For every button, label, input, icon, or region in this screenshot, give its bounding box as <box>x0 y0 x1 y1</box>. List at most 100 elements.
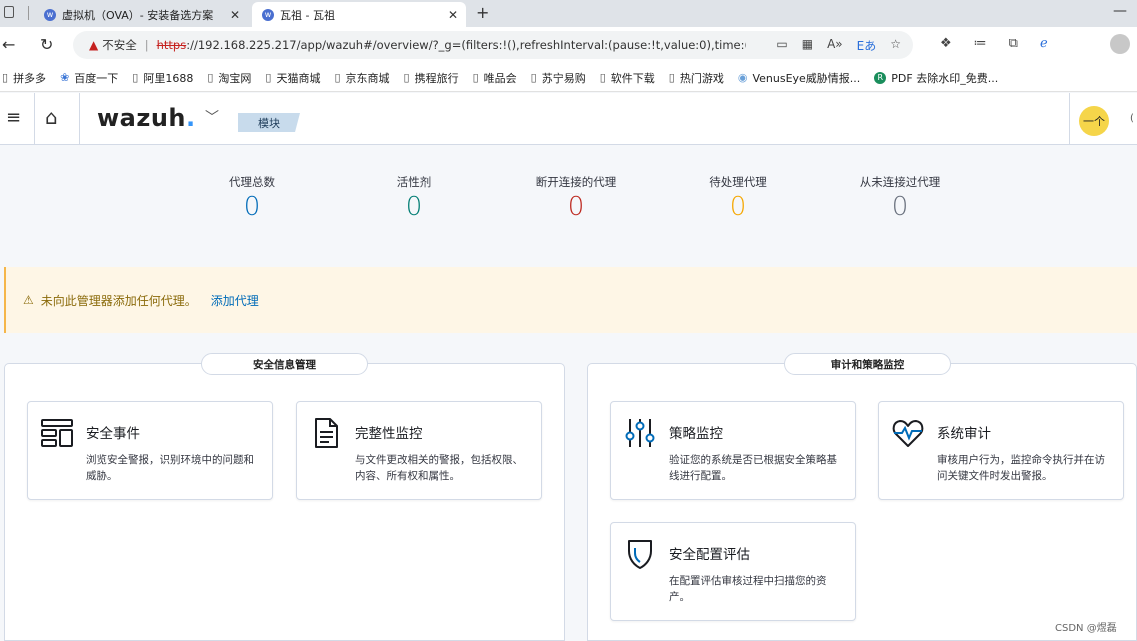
tab-actions-icon[interactable] <box>4 6 14 18</box>
tab-vm-docs[interactable]: w 虚拟机（OVA）- 安装备选方案 ✕ <box>38 2 248 27</box>
wazuh-favicon-icon: w <box>44 8 56 21</box>
extensions-icon[interactable]: ❖ <box>940 36 952 51</box>
wazuh-logo[interactable]: wazuh. <box>97 104 196 132</box>
stat-label: 代理总数 <box>229 175 275 189</box>
stat-label: 断开连接的代理 <box>535 175 617 189</box>
bookmark-tmall[interactable]: ▯ 天猫商城 <box>265 70 320 86</box>
heart-monitor-icon <box>892 420 924 447</box>
app-available-icon[interactable]: ▭ <box>776 37 787 54</box>
close-tab-icon[interactable]: ✕ <box>230 8 240 22</box>
minimize-button[interactable]: — <box>1113 3 1127 19</box>
bookmark-venuseye[interactable]: ◉ VenusEye威胁情报... <box>738 70 860 86</box>
pdf-icon: R <box>874 71 887 84</box>
wazuh-favicon-icon: w <box>262 8 274 21</box>
stat-label: 从未连接过代理 <box>859 175 941 189</box>
page-icon: ▯ <box>668 71 675 84</box>
bookmark-label: 热门游戏 <box>679 71 724 85</box>
card-title: 完整性监控 <box>355 426 423 442</box>
browser-window: w 虚拟机（OVA）- 安装备选方案 ✕ w 瓦祖 - 瓦祖 ✕ + — ← ↻… <box>0 0 1137 641</box>
section-title: 安全信息管理 <box>201 353 368 375</box>
stat-active-agents[interactable]: 活性剂 0 <box>334 174 494 222</box>
stat-never-connected-agents[interactable]: 从未连接过代理 0 <box>820 174 980 222</box>
back-arrow-icon[interactable]: ← <box>2 35 15 54</box>
header-divider <box>79 93 80 145</box>
insecure-label: 不安全 <box>102 38 137 52</box>
breadcrumb[interactable]: 模块 <box>238 113 300 132</box>
section-title: 审计和策略监控 <box>784 353 951 375</box>
stat-total-agents[interactable]: 代理总数 0 <box>172 174 332 222</box>
page-icon: ▯ <box>334 71 341 84</box>
reload-icon[interactable]: ↻ <box>40 35 53 54</box>
bookmark-software[interactable]: ▯ 软件下载 <box>600 70 655 86</box>
card-integrity-monitoring[interactable]: 完整性监控 与文件更改相关的警报，包括权限、内容、所有权和属性。 <box>296 401 542 500</box>
callout-text: 未向此管理器添加任何代理。 <box>40 293 197 308</box>
stat-label: 待处理代理 <box>709 175 767 189</box>
qr-code-icon[interactable]: ▦ <box>802 37 813 54</box>
bookmark-jd[interactable]: ▯ 京东商城 <box>334 70 389 86</box>
profile-avatar[interactable] <box>1110 34 1130 54</box>
card-title: 安全事件 <box>86 426 140 442</box>
card-description: 审核用户行为，监控命令执行并在访问关键文件时发出警报。 <box>937 454 1105 482</box>
read-aloud-icon[interactable]: A» <box>827 37 843 54</box>
new-tab-button[interactable]: + <box>476 3 489 22</box>
bookmark-pinduoduo[interactable]: ▯ 拼多多 <box>2 70 46 86</box>
document-icon <box>315 418 338 448</box>
warning-triangle-icon: ▲ <box>89 38 99 52</box>
menu-icon[interactable]: ≡ <box>6 107 21 128</box>
favorite-star-icon[interactable]: ☆ <box>890 37 901 54</box>
page-icon: ▯ <box>472 71 479 84</box>
shield-icon <box>628 540 652 569</box>
edge-icon[interactable]: ℯ <box>1040 36 1048 51</box>
bookmark-label: 淘宝网 <box>218 71 252 85</box>
bookmark-label: 唯品会 <box>483 71 517 85</box>
chevron-down-icon[interactable]: ﹀ <box>205 107 219 127</box>
translate-icon[interactable]: Eあ <box>857 37 877 54</box>
card-title: 策略监控 <box>669 426 723 442</box>
stat-disconnected-agents[interactable]: 断开连接的代理 0 <box>496 174 656 222</box>
stat-pending-agents[interactable]: 待处理代理 0 <box>658 174 818 222</box>
bookmark-games[interactable]: ▯ 热门游戏 <box>669 70 724 86</box>
header-divider <box>1069 93 1070 145</box>
tab-wazuh[interactable]: w 瓦祖 - 瓦祖 ✕ <box>252 2 466 27</box>
controls-icon <box>625 419 655 447</box>
more-icon[interactable]: ( <box>1130 113 1134 124</box>
page-icon: ▯ <box>132 71 139 84</box>
paw-icon: ❀ <box>60 71 70 84</box>
url-text: ://192.168.225.217/app/wazuh#/overview/?… <box>186 38 747 52</box>
page-icon: ▯ <box>207 71 214 84</box>
bookmark-ctrip[interactable]: ▯ 携程旅行 <box>404 70 459 86</box>
bookmark-label: 苏宁易购 <box>541 71 586 85</box>
card-system-auditing[interactable]: 系统审计 审核用户行为，监控命令执行并在访问关键文件时发出警报。 <box>878 401 1124 500</box>
add-agent-link[interactable]: 添加代理 <box>211 292 259 309</box>
bookmark-vip[interactable]: ▯ 唯品会 <box>473 70 517 86</box>
collections-icon[interactable]: ⧉ <box>1009 36 1018 51</box>
bookmark-baidu[interactable]: ❀ 百度一下 <box>60 70 118 86</box>
tab-divider <box>28 6 29 20</box>
bookmark-pdf[interactable]: R PDF 去除水印_免费... <box>874 70 998 86</box>
home-icon[interactable]: ⌂ <box>45 105 58 129</box>
card-description: 与文件更改相关的警报，包括权限、内容、所有权和属性。 <box>355 454 523 482</box>
favorites-list-icon[interactable]: ≔ <box>974 36 987 51</box>
card-policy-monitoring[interactable]: 策略监控 验证您的系统是否已根据安全策略基线进行配置。 <box>610 401 856 500</box>
warning-icon: ⚠ <box>23 293 34 307</box>
avatar[interactable]: 一个 <box>1079 106 1109 136</box>
bookmark-1688[interactable]: ▯ 阿里1688 <box>132 70 193 86</box>
bookmark-taobao[interactable]: ▯ 淘宝网 <box>207 70 251 86</box>
bookmark-suning[interactable]: ▯ 苏宁易购 <box>531 70 586 86</box>
globe-icon: ◉ <box>737 71 748 84</box>
bookmark-label: 天猫商城 <box>276 71 321 85</box>
stat-value: 0 <box>567 192 585 222</box>
page-icon: ▯ <box>599 71 606 84</box>
card-security-events[interactable]: 安全事件 浏览安全警报，识别环境中的问题和威胁。 <box>27 401 273 500</box>
card-security-configuration-assessment[interactable]: 安全配置评估 在配置评估审核过程中扫描您的资产。 <box>610 522 856 621</box>
close-tab-icon[interactable]: ✕ <box>448 8 458 22</box>
logo-text: wazuh <box>97 104 187 132</box>
bookmark-label: 携程旅行 <box>414 71 459 85</box>
bookmark-label: 百度一下 <box>74 71 119 85</box>
bookmarks-bar: ▯ 拼多多 ❀ 百度一下 ▯ 阿里1688 ▯ 淘宝网 ▯ 天猫商城 ▯ 京东商城 ▯ 携程旅… <box>0 64 1137 92</box>
browser-toolbar: ❖ ≔ ⧉ ℯ <box>940 36 1048 51</box>
card-description: 浏览安全警报，识别环境中的问题和威胁。 <box>86 454 254 482</box>
address-bar[interactable]: ▲ 不安全 | https ://192.168.225.217/app/waz… <box>73 31 913 59</box>
page-icon: ▯ <box>2 71 9 84</box>
bookmark-label: PDF 去除水印_免费... <box>891 71 999 85</box>
